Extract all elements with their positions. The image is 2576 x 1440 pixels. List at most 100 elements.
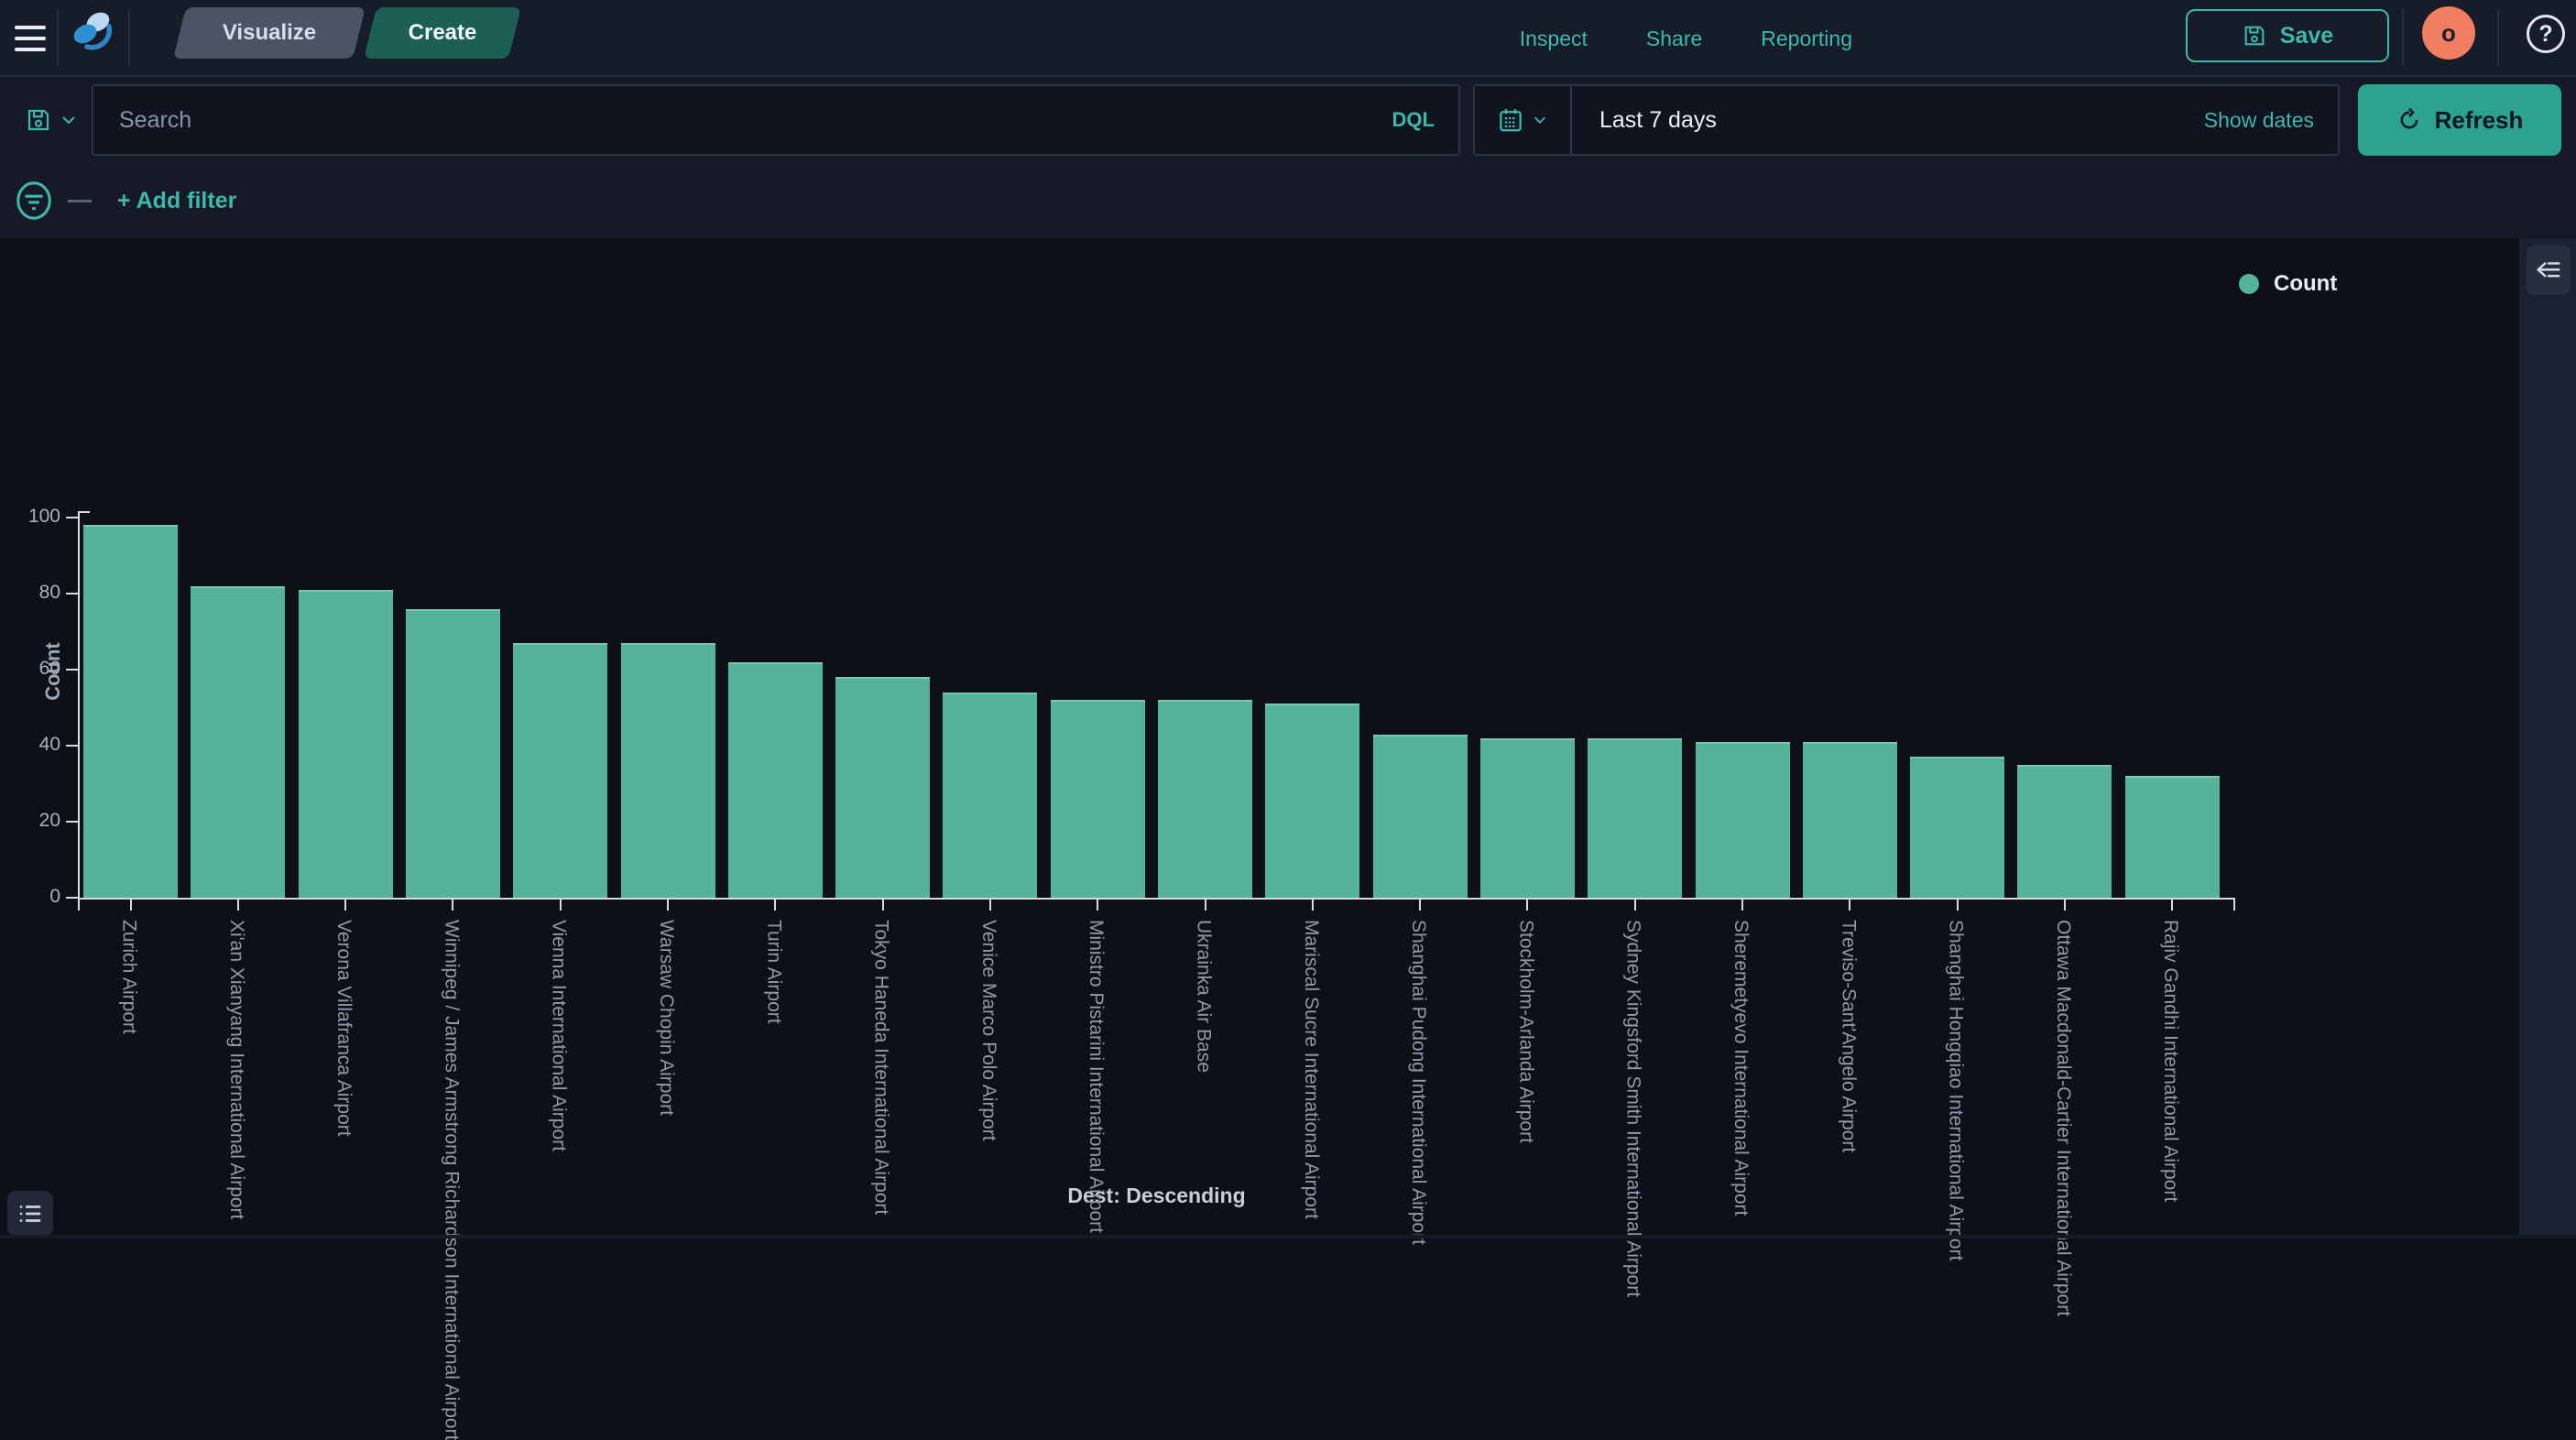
bar[interactable] [299, 590, 393, 898]
y-tick-mark [66, 821, 78, 823]
save-button[interactable]: Save [2186, 9, 2389, 62]
x-tick-mark [1312, 900, 1314, 911]
x-tick-mark [1849, 900, 1850, 911]
x-tick-label: Shanghai Pudong International Airport [1407, 920, 1429, 1245]
query-bar: DQL [0, 77, 2576, 163]
save-disk-icon [2242, 23, 2267, 49]
date-range-value[interactable]: Last 7 days [1572, 107, 2204, 134]
search-field-container: DQL [92, 84, 1460, 156]
saved-query-menu-button[interactable] [13, 86, 90, 154]
x-tick-mark [2171, 900, 2173, 911]
bar[interactable] [1588, 738, 1682, 898]
bar[interactable] [835, 677, 930, 898]
x-axis-endcap [2233, 898, 2235, 911]
tab-label: Visualize [223, 20, 316, 46]
bar[interactable] [943, 693, 1037, 898]
help-icon[interactable]: ? [2527, 15, 2565, 53]
x-tick-label: Ottawa Macdonald-Cartier International A… [2052, 920, 2074, 1316]
menu-icon[interactable] [15, 18, 55, 59]
filter-divider [68, 200, 92, 202]
x-tick-mark [1526, 900, 1528, 911]
header-actions: Inspect Share Reporting [1520, 0, 1852, 77]
reporting-link[interactable]: Reporting [1761, 27, 1852, 51]
x-tick-mark [344, 900, 346, 911]
header-divider [57, 9, 59, 66]
saved-query-disk-icon [25, 106, 52, 134]
header-divider [2402, 9, 2404, 66]
x-tick-label: Sydney Kingsford Smith International Air… [1622, 920, 1644, 1297]
legend-toggle-button[interactable] [7, 1191, 53, 1237]
x-tick-mark [130, 900, 132, 911]
x-tick-mark [1097, 900, 1098, 911]
bar[interactable] [621, 643, 715, 898]
bar[interactable] [1696, 742, 1790, 898]
bar[interactable] [728, 662, 823, 898]
bar[interactable] [191, 586, 285, 898]
bar[interactable] [1910, 757, 2004, 898]
y-axis-endcap [78, 511, 90, 513]
show-dates-button[interactable]: Show dates [2204, 108, 2338, 133]
y-tick-label: 60 [5, 658, 60, 680]
header-divider [2497, 9, 2499, 66]
x-tick-mark [1205, 900, 1206, 911]
x-tick-label: Mariscal Sucre International Airport [1300, 920, 1322, 1219]
inspect-link[interactable]: Inspect [1520, 27, 1588, 51]
y-tick-mark [66, 593, 78, 595]
breadcrumb-tab-visualize[interactable]: Visualize [180, 7, 359, 59]
header-divider [128, 9, 130, 66]
bar[interactable] [1051, 700, 1145, 898]
y-tick-mark [66, 517, 78, 518]
y-tick-mark [66, 745, 78, 747]
x-tick-label: Vienna International Airport [548, 920, 570, 1151]
calendar-menu-button[interactable] [1475, 86, 1572, 154]
x-tick-mark [1419, 900, 1421, 911]
query-language-toggle[interactable]: DQL [1369, 108, 1458, 132]
x-tick-mark [774, 900, 776, 911]
y-tick-label: 0 [5, 886, 60, 908]
y-tick-label: 80 [5, 582, 60, 604]
x-tick-label: Sheremetyevo International Airport [1730, 920, 1752, 1216]
x-tick-label: Stockholm-Arlanda Airport [1514, 920, 1536, 1143]
x-tick-label: Ministro Pistarini International Airport [1085, 920, 1107, 1233]
x-tick-label: Xi'an Xianyang International Airport [225, 920, 247, 1219]
bar[interactable] [1480, 738, 1575, 898]
x-tick-mark [882, 900, 884, 911]
x-axis-startcap [78, 898, 80, 911]
bar[interactable] [83, 525, 178, 898]
x-tick-label: Tokyo Haneda International Airport [870, 920, 892, 1215]
tab-label: Create [409, 20, 477, 46]
legend-item-count[interactable]: Count [2239, 271, 2337, 297]
collapse-panel-icon[interactable] [2527, 245, 2571, 295]
y-tick-mark [66, 669, 78, 671]
bar[interactable] [1373, 735, 1468, 898]
filter-menu-icon[interactable] [13, 180, 55, 222]
share-link[interactable]: Share [1646, 27, 1702, 51]
app-window: Visualize Create Inspect Share Reporting… [0, 0, 2576, 1238]
bar[interactable] [1265, 704, 1359, 898]
x-tick-mark [1634, 900, 1636, 911]
bar[interactable] [2125, 776, 2220, 898]
calendar-icon [1497, 106, 1524, 134]
bottom-strip [0, 1235, 2576, 1238]
breadcrumb-tab-create[interactable]: Create [370, 7, 515, 59]
bar[interactable] [513, 643, 607, 898]
x-tick-mark [560, 900, 562, 911]
chevron-down-icon [1532, 112, 1548, 128]
y-axis-line [78, 511, 80, 900]
y-tick-label: 20 [5, 810, 60, 832]
bar[interactable] [1803, 742, 1897, 898]
opensearch-logo-icon[interactable] [71, 9, 115, 53]
add-filter-button[interactable]: + Add filter [117, 188, 236, 214]
search-input[interactable] [93, 107, 1369, 134]
x-tick-mark [237, 900, 239, 911]
bar[interactable] [2017, 765, 2112, 898]
refresh-icon [2396, 107, 2422, 133]
y-tick-mark [66, 897, 78, 899]
user-avatar[interactable]: o [2422, 6, 2475, 60]
bar[interactable] [1158, 700, 1252, 898]
x-tick-label: Warsaw Chopin Airport [655, 920, 677, 1116]
refresh-button[interactable]: Refresh [2358, 84, 2561, 156]
visualization-panel: Count Count Dest: Descending 02040608010… [0, 238, 2519, 1235]
bar[interactable] [406, 609, 500, 898]
x-axis-line [78, 898, 2235, 900]
